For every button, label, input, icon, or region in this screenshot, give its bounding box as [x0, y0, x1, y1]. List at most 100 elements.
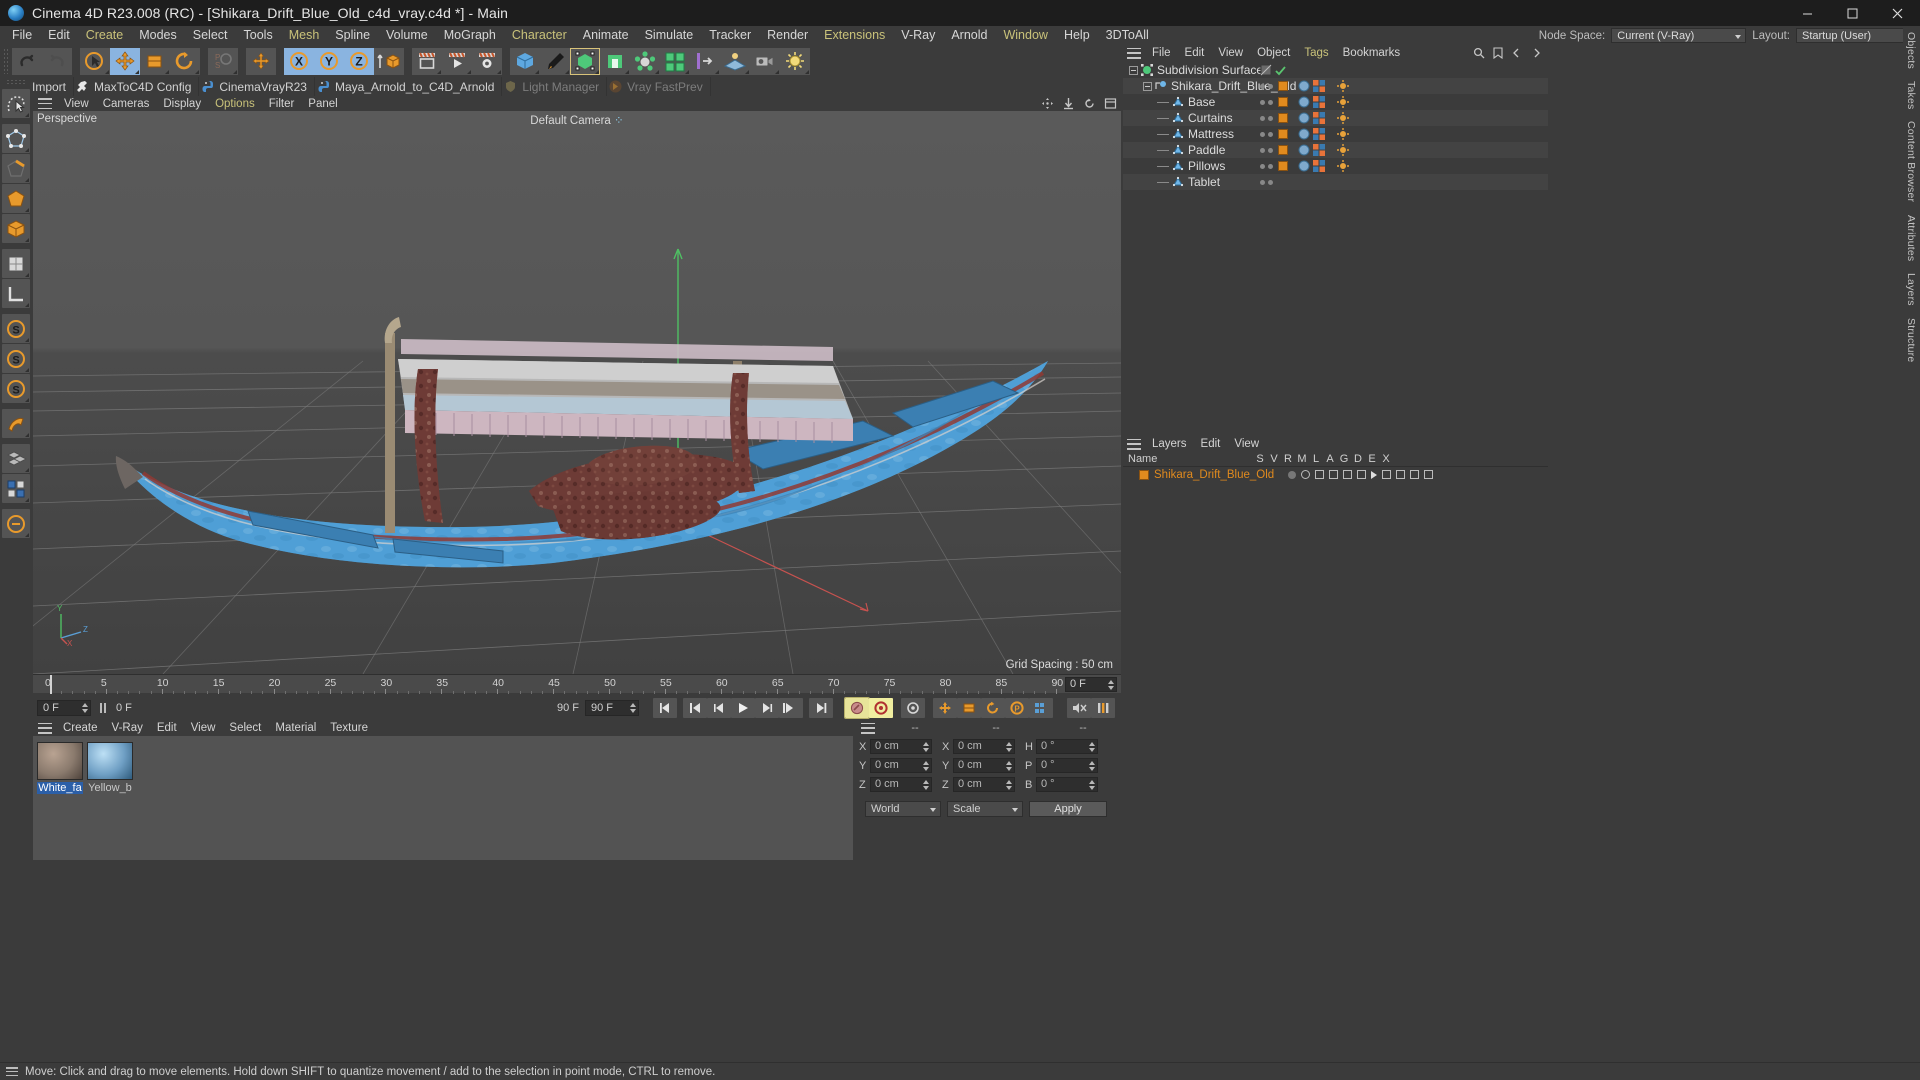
go-to-start-button[interactable]: [653, 698, 677, 718]
vray-tag-icon[interactable]: [1337, 96, 1349, 108]
coord-rotation-spinner[interactable]: [1088, 780, 1095, 791]
menu-item-spline[interactable]: Spline: [327, 26, 378, 45]
object-visibility-dots[interactable]: [1260, 99, 1273, 105]
tool-enable-axis[interactable]: S: [2, 314, 30, 343]
coord-size-spinner[interactable]: [1005, 761, 1012, 772]
material-tag-icon[interactable]: [1298, 128, 1310, 140]
previous-keyframe-button[interactable]: [683, 698, 707, 718]
object-visibility-dots[interactable]: [1260, 64, 1286, 76]
material-tag-icon[interactable]: [1298, 80, 1310, 92]
layer-solo-toggle[interactable]: [1288, 470, 1297, 479]
layer-menu-layers[interactable]: Layers: [1145, 438, 1194, 450]
viewport-menu-options[interactable]: Options: [208, 97, 262, 111]
end-frame-spinner[interactable]: [629, 703, 636, 714]
viewport-menu-icon[interactable]: [38, 98, 52, 109]
material-menu-edit[interactable]: Edit: [150, 722, 184, 734]
plugin-button-maxtoc4d-config[interactable]: MaxToC4D Config: [74, 77, 200, 96]
menu-item-mograph[interactable]: MoGraph: [436, 26, 504, 45]
node-space-select[interactable]: Current (V-Ray): [1611, 28, 1747, 43]
end-frame-field[interactable]: 90 F: [585, 700, 639, 716]
object-tags[interactable]: [1278, 160, 1349, 172]
layer-color-swatch[interactable]: [1139, 469, 1149, 480]
layer-row[interactable]: Shikara_Drift_Blue_Old: [1123, 467, 1548, 482]
coord-size-spinner[interactable]: [1005, 742, 1012, 753]
render-frame-icon[interactable]: [412, 47, 442, 75]
vray-tag-icon[interactable]: [1337, 160, 1349, 172]
menu-item-help[interactable]: Help: [1056, 26, 1098, 45]
scale-key-icon[interactable]: [957, 698, 981, 718]
menu-item-simulate[interactable]: Simulate: [637, 26, 702, 45]
select-live-tool[interactable]: [80, 47, 110, 75]
pla-icon[interactable]: [1029, 698, 1053, 718]
timeline-frame-spinner[interactable]: [1107, 680, 1114, 691]
viewport-menu-view[interactable]: View: [57, 97, 96, 111]
move-axis-tool[interactable]: [246, 47, 276, 75]
tool-polygon-mode[interactable]: [2, 184, 30, 213]
object-visibility-dots[interactable]: [1260, 131, 1273, 137]
viewport-menu-filter[interactable]: Filter: [262, 97, 302, 111]
search-icon[interactable]: [1473, 47, 1485, 59]
timeline-ruler[interactable]: 0 5 10 15 20 25 30 35 40 45 50 55 60 65 70 75 80 85 90: [33, 675, 1063, 694]
coord-rotation-spinner[interactable]: [1088, 742, 1095, 753]
rotation-key-icon[interactable]: [981, 698, 1005, 718]
tool-viewport-solo[interactable]: [2, 409, 30, 438]
camera-icon[interactable]: [750, 47, 780, 75]
coord-position-spinner[interactable]: [922, 761, 929, 772]
go-to-end-button[interactable]: [809, 698, 833, 718]
material-menu-select[interactable]: Select: [222, 722, 268, 734]
visibility-editor-icon[interactable]: [1260, 64, 1272, 76]
object-row-base[interactable]: Base: [1123, 94, 1548, 110]
timeline-frame-field[interactable]: 0 F: [1065, 677, 1117, 692]
expander-collapse-icon[interactable]: [1129, 65, 1138, 75]
toolbar-grip[interactable]: [3, 48, 10, 74]
timeline-playhead[interactable]: [50, 675, 52, 694]
coord-size-spinner[interactable]: [1005, 780, 1012, 791]
layout-select[interactable]: Startup (User): [1796, 28, 1914, 43]
right-tab-takes[interactable]: Takes: [1903, 75, 1919, 115]
vray-tag-icon[interactable]: [1337, 112, 1349, 124]
enabled-check-icon[interactable]: [1275, 65, 1286, 76]
bookmark-next-icon[interactable]: [1530, 47, 1542, 59]
uvw-tag-icon[interactable]: [1313, 160, 1325, 172]
object-visibility-dots[interactable]: [1260, 163, 1273, 169]
coord-size-field[interactable]: 0 cm: [953, 777, 1015, 792]
object-manager-menu-icon[interactable]: [1127, 47, 1141, 59]
object-menu-tags[interactable]: Tags: [1297, 47, 1335, 59]
uvw-tag-icon[interactable]: [1313, 80, 1325, 92]
menu-item-arnold[interactable]: Arnold: [943, 26, 995, 45]
tool-texture-mode[interactable]: [2, 249, 30, 278]
deformer-icon[interactable]: [690, 47, 720, 75]
uvw-tag-icon[interactable]: [1313, 112, 1325, 124]
tool-uv-mesh[interactable]: [2, 444, 30, 473]
render-gear-icon[interactable]: [472, 47, 502, 75]
material-thumbnail[interactable]: [37, 742, 83, 780]
object-tags[interactable]: [1278, 112, 1349, 124]
next-frame-button[interactable]: [755, 698, 779, 718]
pan-viewport-icon[interactable]: [1041, 97, 1054, 110]
object-tags[interactable]: [1278, 128, 1349, 140]
menu-item-v-ray[interactable]: V-Ray: [893, 26, 943, 45]
status-bar-menu-icon[interactable]: [6, 1067, 18, 1076]
plugin-button-light-manager[interactable]: Light Manager: [502, 77, 608, 96]
tool-workplane-icon[interactable]: [2, 279, 30, 308]
object-tree[interactable]: Subdivision Surface Shikara_Drift_Blue_Ol…: [1123, 62, 1548, 190]
menu-item-render[interactable]: Render: [759, 26, 816, 45]
object-menu-edit[interactable]: Edit: [1178, 47, 1212, 59]
right-tab-attributes[interactable]: Attributes: [1903, 209, 1919, 267]
previous-frame-button[interactable]: [707, 698, 731, 718]
object-tags[interactable]: [1278, 96, 1349, 108]
plugin-button-vray-fastprev[interactable]: Vray FastPrev: [607, 77, 711, 96]
material-menu-v-ray[interactable]: V-Ray: [105, 722, 150, 734]
menu-item-file[interactable]: File: [4, 26, 40, 45]
menu-item-window[interactable]: Window: [995, 26, 1055, 45]
floor-env-icon[interactable]: [720, 47, 750, 75]
right-tab-content-browser[interactable]: Content Browser: [1903, 115, 1919, 208]
subdivision-green-icon[interactable]: [570, 47, 600, 75]
tool-uv-polygon[interactable]: [2, 474, 30, 503]
layer-visible-toggle[interactable]: [1301, 470, 1311, 479]
viewport-menu-panel[interactable]: Panel: [301, 97, 344, 111]
position-key-icon[interactable]: [933, 698, 957, 718]
menu-item-3dtoall[interactable]: 3DToAll: [1098, 26, 1157, 45]
object-row-curtains[interactable]: Curtains: [1123, 110, 1548, 126]
uvw-tag-icon[interactable]: [1313, 144, 1325, 156]
